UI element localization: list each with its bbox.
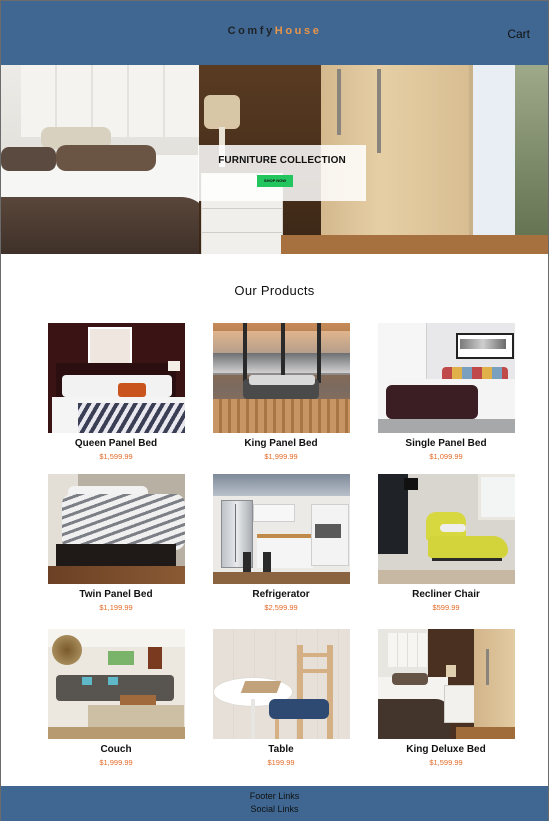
shop-now-button[interactable]: SHOP NOW <box>257 175 293 187</box>
product-image[interactable] <box>212 474 350 584</box>
product-price: $1,999.99 <box>99 758 133 767</box>
product-name: Table <box>268 744 294 755</box>
product-card-single-panel-bed[interactable]: Single Panel Bed $1,099.99 <box>376 323 516 461</box>
footer-links[interactable]: Footer Links <box>1 791 548 801</box>
product-card-couch[interactable]: Couch $1,999.99 <box>46 629 186 767</box>
product-price: $1,199.99 <box>99 603 133 612</box>
product-name: Queen Panel Bed <box>74 438 158 449</box>
product-image[interactable] <box>377 629 515 739</box>
product-name: King Panel Bed <box>244 438 318 449</box>
product-image[interactable] <box>47 323 185 433</box>
product-card-king-deluxe-bed[interactable]: King Deluxe Bed $1,599.99 <box>376 629 516 767</box>
product-image[interactable] <box>212 323 350 433</box>
cart-link[interactable]: Cart <box>507 27 530 41</box>
product-image[interactable] <box>377 474 515 584</box>
product-price: $1,099.99 <box>429 452 463 461</box>
product-card-queen-panel-bed[interactable]: Queen Panel Bed $1,599.99 <box>46 323 186 461</box>
hero-banner: FURNITURE COLLECTION SHOP NOW <box>1 65 548 254</box>
products-section-title: Our Products <box>234 283 315 298</box>
logo-part-comfy: Comfy <box>227 25 275 37</box>
product-price: $1,999.99 <box>264 452 298 461</box>
product-name: Refrigerator <box>252 589 310 600</box>
product-name: Twin Panel Bed <box>79 589 153 600</box>
product-image[interactable] <box>47 474 185 584</box>
product-name: Couch <box>100 744 132 755</box>
product-price: $199.99 <box>267 758 295 767</box>
product-name: Recliner Chair <box>412 589 480 600</box>
logo[interactable]: ComfyHouse <box>1 25 548 37</box>
product-price: $1,599.99 <box>99 452 133 461</box>
product-name: Single Panel Bed <box>405 438 487 449</box>
footer: Footer Links Social Links <box>1 786 548 821</box>
logo-part-house: House <box>274 25 322 37</box>
product-card-twin-panel-bed[interactable]: Twin Panel Bed $1,199.99 <box>46 474 186 612</box>
product-card-king-panel-bed[interactable]: King Panel Bed $1,999.99 <box>211 323 351 461</box>
product-price: $599.99 <box>432 603 460 612</box>
product-card-table[interactable]: Table $199.99 <box>211 629 351 767</box>
product-image[interactable] <box>212 629 350 739</box>
product-name: King Deluxe Bed <box>406 744 486 755</box>
product-price: $2,599.99 <box>264 603 298 612</box>
product-image[interactable] <box>377 323 515 433</box>
navbar: ComfyHouse Cart <box>1 1 548 65</box>
hero-title: FURNITURE COLLECTION <box>218 155 346 166</box>
hero-card: FURNITURE COLLECTION SHOP NOW <box>198 145 366 201</box>
product-card-recliner-chair[interactable]: Recliner Chair $599.99 <box>376 474 516 612</box>
social-links[interactable]: Social Links <box>1 804 548 814</box>
product-card-refrigerator[interactable]: Refrigerator $2,599.99 <box>211 474 351 612</box>
product-image[interactable] <box>47 629 185 739</box>
product-price: $1,599.99 <box>429 758 463 767</box>
